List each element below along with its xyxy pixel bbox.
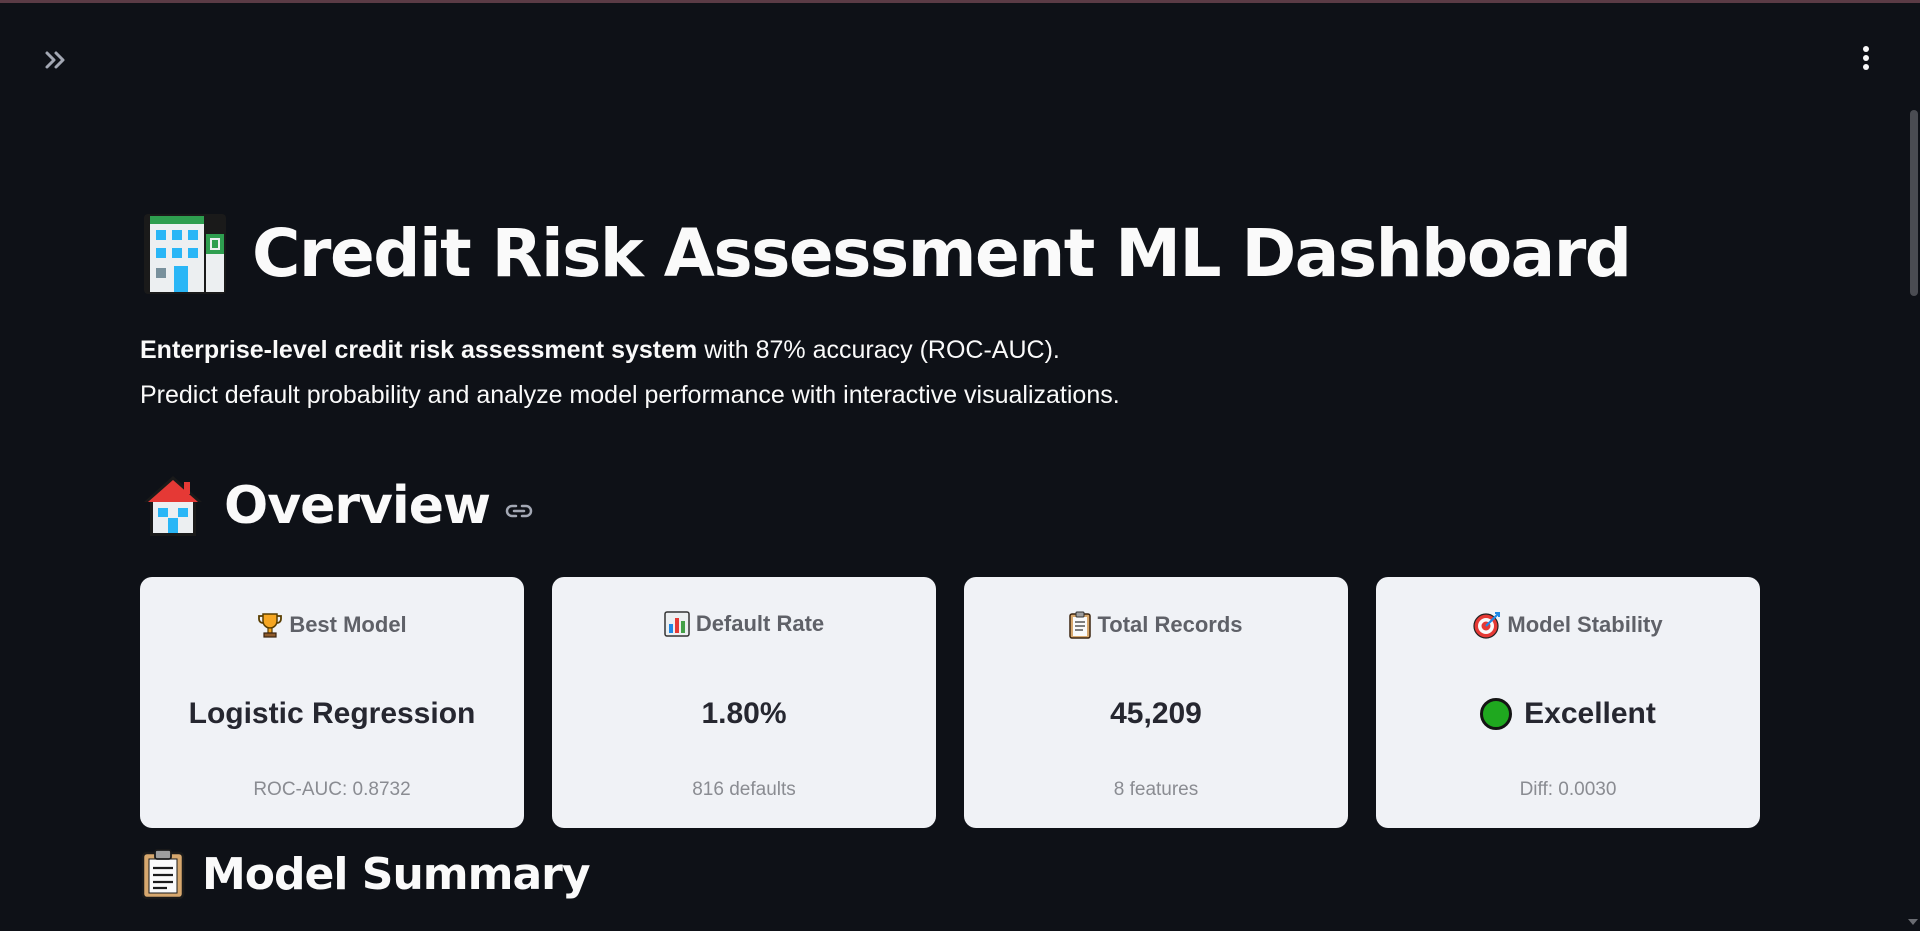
card-label: Model Stability (1376, 611, 1760, 639)
office-building-icon (140, 208, 230, 298)
model-stability-sub: Diff: 0.0030 (1519, 779, 1617, 800)
bar-chart-icon (664, 611, 690, 637)
model-stability-value: Excellent (1524, 697, 1656, 730)
card-value: 1.80% (552, 697, 936, 731)
default-rate-label: Default Rate (695, 611, 825, 636)
intro-text: Enterprise-level credit risk assessment … (140, 328, 1764, 418)
scroll-down-arrow-icon[interactable] (1908, 919, 1918, 925)
best-model-sub: ROC-AUC: 0.8732 (253, 779, 411, 800)
clipboard-icon (1069, 611, 1092, 639)
metric-card-model-stability: Model Stability Excellent Diff: 0.0030 (1376, 577, 1760, 828)
overview-title: Overview (224, 476, 491, 536)
metric-cards: Best Model Logistic Regression ROC-AUC: … (140, 577, 1760, 828)
model-summary-title: Model Summary (202, 848, 591, 900)
total-records-label: Total Records (1097, 612, 1243, 637)
card-label: Best Model (140, 611, 524, 639)
intro-line-2: Predict default probability and analyze … (140, 381, 1120, 409)
metric-card-best-model: Best Model Logistic Regression ROC-AUC: … (140, 577, 524, 828)
model-summary-header: Model Summary (140, 848, 591, 900)
intro-line-1: Enterprise-level credit risk assessment … (140, 328, 1764, 373)
card-value: 45,209 (964, 697, 1348, 731)
direct-hit-icon (1473, 612, 1501, 639)
top-accent-bar (0, 0, 1920, 3)
main-menu-button[interactable] (1850, 40, 1882, 76)
intro-rest: with 87% accuracy (ROC-AUC). (697, 336, 1060, 364)
model-stability-label: Model Stability (1507, 612, 1663, 637)
green-status-dot-icon (1480, 698, 1513, 730)
total-records-value: 45,209 (1110, 697, 1202, 730)
scrollbar-thumb[interactable] (1910, 110, 1918, 296)
best-model-label: Best Model (289, 612, 407, 637)
intro-bold: Enterprise-level credit risk assessment … (140, 336, 698, 364)
card-value: Logistic Regression (140, 697, 524, 731)
total-records-sub: 8 features (1113, 779, 1199, 800)
default-rate-value: 1.80% (701, 697, 787, 730)
trophy-icon (258, 613, 283, 638)
best-model-value: Logistic Regression (188, 697, 476, 730)
page-title: Credit Risk Assessment ML Dashboard (252, 214, 1632, 292)
main-content: Credit Risk Assessment ML Dashboard Ente… (140, 200, 1764, 900)
metric-card-total-records: Total Records 45,209 8 features (964, 577, 1348, 828)
card-value: Excellent (1376, 697, 1760, 731)
expand-sidebar-button[interactable] (40, 44, 72, 76)
overview-header: Overview (140, 468, 1764, 544)
house-icon (140, 472, 206, 540)
clipboard-icon (140, 848, 186, 900)
card-label: Total Records (964, 611, 1348, 639)
page-header: Credit Risk Assessment ML Dashboard (140, 200, 1764, 306)
link-icon[interactable] (504, 502, 534, 520)
card-label: Default Rate (552, 611, 936, 637)
metric-card-default-rate: Default Rate 1.80% 816 defaults (552, 577, 936, 828)
vertical-ellipsis-icon (1863, 46, 1869, 70)
double-chevron-right-icon (45, 51, 65, 69)
default-rate-sub: 816 defaults (692, 779, 796, 800)
